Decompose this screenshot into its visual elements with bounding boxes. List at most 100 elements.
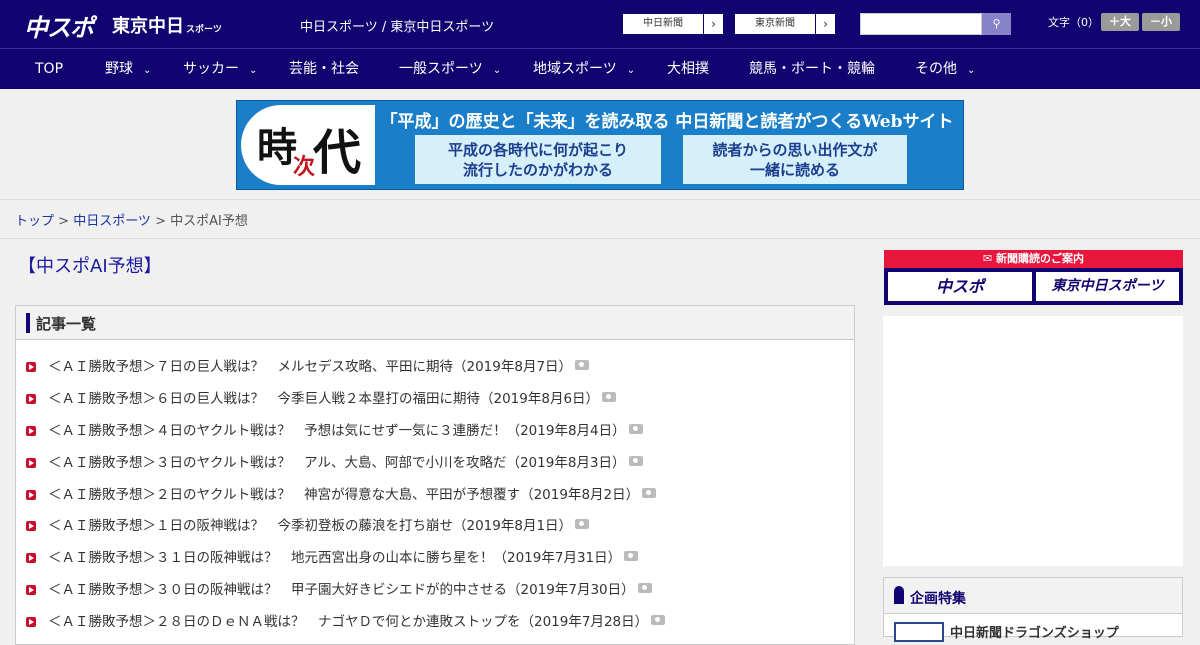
article-link[interactable]: ＜ＡＩ勝敗予想＞３日のヤクルト戦は？ アル、大島、阿部で小川を攻略だ（2019年… <box>26 451 643 471</box>
banner-box-line: 流行したのかがわかる <box>462 161 613 179</box>
camera-icon <box>624 551 639 561</box>
nav-top[interactable]: TOP <box>35 49 63 89</box>
camera-icon <box>642 488 657 498</box>
article-link[interactable]: ＜ＡＩ勝敗予想＞２８日のＤｅＮＡ戦は？ ナゴヤＤで何とか連敗ストップを（2019… <box>26 610 666 630</box>
search-input[interactable] <box>860 13 982 35</box>
nav-soccer[interactable]: サッカー ⌄ <box>183 49 257 89</box>
camera-icon <box>575 519 590 529</box>
nav-general-sports[interactable]: 一般スポーツ ⌄ <box>399 49 501 89</box>
font-larger-button[interactable]: ＋大 <box>1101 13 1139 31</box>
subscribe-tokyo-chunichi-button[interactable]: 東京中日スポーツ <box>1036 272 1179 301</box>
article-title: ＜ＡＩ勝敗予想＞３０日の阪神戦は？ 甲子園大好きビシエドが的中させる（2019年… <box>48 582 635 598</box>
subscribe-chuspo-button[interactable]: 中スポ <box>888 272 1032 301</box>
jidai-banner[interactable]: 時 次 代 「平成」の歴史と「未来」を読み取る 中日新聞と読者がつくるWebサイ… <box>236 100 964 190</box>
banner-box-line: 平成の各時代に何が起こり <box>447 141 628 159</box>
article-link[interactable]: ＜ＡＩ勝敗予想＞３１日の阪神戦は？ 地元西宮出身の山本に勝ち星を！（2019年7… <box>26 546 639 566</box>
article-title: ＜ＡＩ勝敗予想＞２日のヤクルト戦は？ 神宮が得意な大島、平田が予想覆す（2019… <box>48 487 640 503</box>
chevron-down-icon: ⌄ <box>143 65 152 76</box>
feature-header: 企画特集 <box>884 578 1182 614</box>
arrow-bullet-icon <box>26 458 36 468</box>
arrow-bullet-icon <box>26 426 36 436</box>
chunichi-shimbun-label: 中日新聞 <box>643 18 683 29</box>
camera-icon <box>628 456 643 466</box>
article-link[interactable]: ＜ＡＩ勝敗予想＞６日の巨人戦は？ 今季巨人戦２本塁打の福田に期待（2019年8月… <box>26 387 617 407</box>
chevron-down-icon: ⌄ <box>249 65 258 76</box>
nav-sumo[interactable]: 大相撲 <box>667 49 709 89</box>
article-link[interactable]: ＜ＡＩ勝敗予想＞１日の阪神戦は？ 今季初登板の藤浪を打ち崩せ（2019年8月1日… <box>26 514 590 534</box>
breadcrumb-section[interactable]: 中日スポーツ <box>73 214 151 229</box>
tokyo-shimbun-link[interactable]: 東京新聞 › <box>734 13 836 35</box>
nav-label: 芸能・社会 <box>289 61 359 77</box>
subscription-heading: ✉ 新聞購読のご案内 <box>884 250 1183 268</box>
ad-slot <box>883 316 1183 566</box>
nav-label: 地域スポーツ <box>533 61 617 77</box>
chevron-down-icon: ⌄ <box>967 65 976 76</box>
feature-thumbnail[interactable] <box>894 622 944 642</box>
camera-icon <box>602 392 617 402</box>
article-title: ＜ＡＩ勝敗予想＞６日の巨人戦は？ 今季巨人戦２本塁打の福田に期待（2019年8月… <box>48 391 600 407</box>
arrow-bullet-icon <box>26 585 36 595</box>
font-size-label: 文字（0） <box>1048 16 1099 29</box>
nav-label: 一般スポーツ <box>399 61 483 77</box>
chevron-down-icon: ⌄ <box>492 65 502 76</box>
article-link[interactable]: ＜ＡＩ勝敗予想＞４日のヤクルト戦は？ 予想は気にせず一気に３連勝だ！（2019年… <box>26 419 643 439</box>
nav-other[interactable]: その他 ⌄ <box>915 49 975 89</box>
breadcrumb-current: 中スポAI予想 <box>170 214 248 229</box>
arrow-bullet-icon <box>26 490 36 500</box>
font-smaller-button[interactable]: －小 <box>1142 13 1180 31</box>
nav-label: その他 <box>915 61 957 77</box>
chunichi-shimbun-link[interactable]: 中日新聞 › <box>622 13 724 35</box>
banner-kanji: 次 <box>293 154 316 180</box>
feature-link[interactable]: 中日新聞ドラゴンズショップ <box>950 622 1119 641</box>
banner-box-line: 読者からの思い出作文が <box>712 141 878 159</box>
subscription-heading-text: 新聞購読のご案内 <box>996 252 1085 265</box>
article-link[interactable]: ＜ＡＩ勝敗予想＞７日の巨人戦は？ メルセデス攻略、平田に期待（2019年8月7日… <box>26 355 590 375</box>
banner-kanji: 時 <box>257 124 297 171</box>
site-title: 中日スポーツ / 東京中日スポーツ <box>300 20 495 35</box>
chunichi-sports-logo[interactable]: 中スポ <box>24 8 94 43</box>
article-link[interactable]: ＜ＡＩ勝敗予想＞２日のヤクルト戦は？ 神宮が得意な大島、平田が予想覆す（2019… <box>26 483 657 503</box>
camera-icon <box>575 360 590 370</box>
nav-local-sports[interactable]: 地域スポーツ ⌄ <box>533 49 635 89</box>
article-link[interactable]: ＜ＡＩ勝敗予想＞３０日の阪神戦は？ 甲子園大好きビシエドが的中させる（2019年… <box>26 578 652 598</box>
banner-headline: 「平成」の歴史と「未来」を読み取る 中日新聞と読者がつくるWebサイト <box>380 112 954 132</box>
tokyo-chunichi-logo-text: 東京中日 <box>112 16 184 37</box>
article-title: ＜ＡＩ勝敗予想＞２８日のＤｅＮＡ戦は？ ナゴヤＤで何とか連敗ストップを（2019… <box>48 614 649 630</box>
article-list-heading: 記事一覧 <box>36 315 97 333</box>
breadcrumb: トップ > 中日スポーツ > 中スポAI予想 <box>15 210 248 229</box>
banner-logo: 時 次 代 <box>241 105 375 185</box>
nav-label: 野球 <box>105 61 133 77</box>
arrow-bullet-icon <box>26 362 36 372</box>
banner-kanji: 代 <box>313 125 362 181</box>
article-title: ＜ＡＩ勝敗予想＞３日のヤクルト戦は？ アル、大島、阿部で小川を攻略だ（2019年… <box>48 455 626 471</box>
heading-bar <box>26 313 30 333</box>
nav-label: サッカー <box>183 61 239 77</box>
banner-box-line: 一緒に読める <box>749 161 840 179</box>
arrow-bullet-icon <box>26 394 36 404</box>
ribbon-icon <box>894 586 904 604</box>
article-list-header: 記事一覧 <box>16 306 854 340</box>
banner-area: 時 次 代 「平成」の歴史と「未来」を読み取る 中日新聞と読者がつくるWebサイ… <box>0 89 1200 200</box>
chevron-right-icon: › <box>703 14 723 34</box>
article-title: ＜ＡＩ勝敗予想＞１日の阪神戦は？ 今季初登板の藤浪を打ち崩せ（2019年8月1日… <box>48 518 573 534</box>
nav-label: 競馬・ボート・競輪 <box>749 61 875 77</box>
search-button[interactable]: ⚲ <box>982 13 1011 35</box>
search-icon: ⚲ <box>992 17 1001 30</box>
nav-racing[interactable]: 競馬・ボート・競輪 <box>749 49 875 89</box>
arrow-bullet-icon <box>26 617 36 627</box>
nav-label: TOP <box>35 61 64 77</box>
page-title: 【中スポAI予想】 <box>18 256 162 277</box>
feature-heading: 企画特集 <box>910 591 966 607</box>
feature-box: 企画特集 中日新聞ドラゴンズショップ <box>883 577 1183 642</box>
tokyo-chunichi-logo-small: スポーツ <box>186 25 222 35</box>
nav-entertainment[interactable]: 芸能・社会 <box>289 49 359 89</box>
article-title: ＜ＡＩ勝敗予想＞４日のヤクルト戦は？ 予想は気にせず一気に３連勝だ！（2019年… <box>48 423 626 439</box>
breadcrumb-home[interactable]: トップ <box>15 214 54 229</box>
tokyo-chunichi-logo[interactable]: 東京中日 スポーツ <box>112 12 222 38</box>
nav-baseball[interactable]: 野球 ⌄ <box>105 49 151 89</box>
arrow-bullet-icon <box>26 553 36 563</box>
article-list: 記事一覧 ＜ＡＩ勝敗予想＞７日の巨人戦は？ メルセデス攻略、平田に期待（2019… <box>15 305 855 645</box>
banner-box: 読者からの思い出作文が 一緒に読める <box>683 135 907 184</box>
chevron-down-icon: ⌄ <box>626 65 636 76</box>
article-title: ＜ＡＩ勝敗予想＞７日の巨人戦は？ メルセデス攻略、平田に期待（2019年8月7日… <box>48 359 573 375</box>
